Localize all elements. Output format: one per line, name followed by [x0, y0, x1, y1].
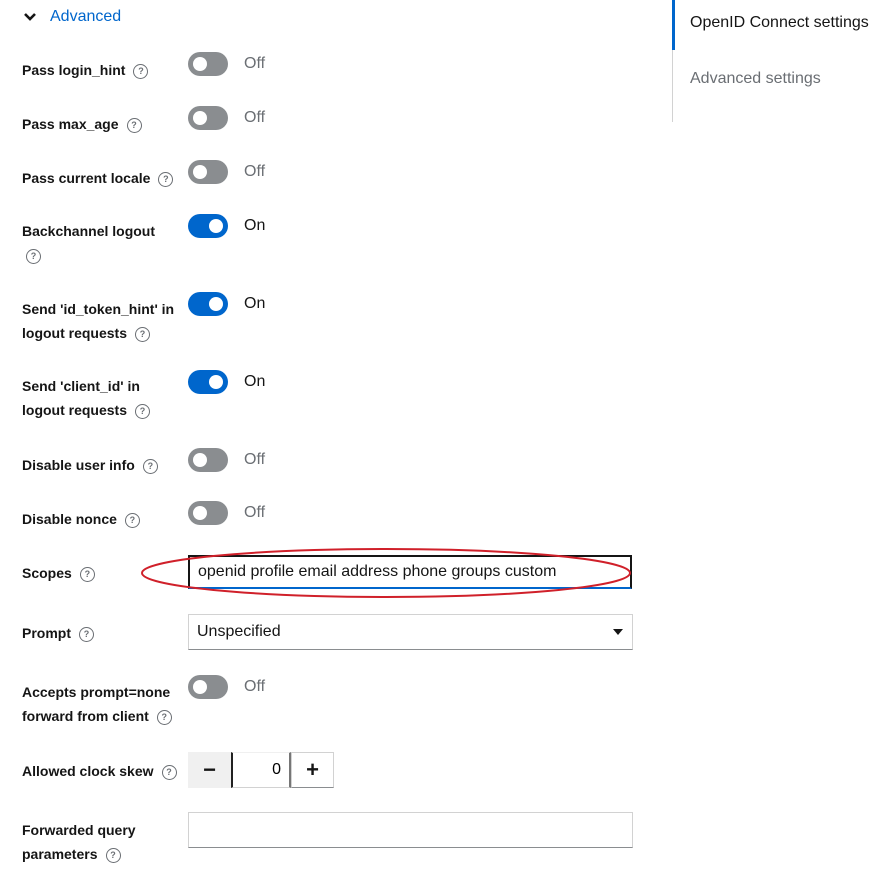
- allowed-clock-skew-label: Allowed clock skew?: [22, 759, 177, 783]
- pass-max-age-switch[interactable]: [188, 106, 228, 130]
- pass-max-age-label: Pass max_age?: [22, 112, 142, 136]
- prompt-select-value: Unspecified: [197, 623, 281, 640]
- backchannel-logout-label: Backchannel logout: [22, 223, 156, 239]
- help-icon[interactable]: ?: [135, 326, 151, 342]
- send-client-id-state: On: [244, 373, 266, 390]
- help-icon[interactable]: ?: [161, 764, 177, 780]
- pass-current-locale-label: Pass current locale?: [22, 166, 174, 190]
- pass-login-hint-switch[interactable]: [188, 52, 228, 76]
- advanced-section-toggle[interactable]: Advanced: [22, 5, 121, 29]
- send-client-id-switch[interactable]: [188, 370, 228, 394]
- disable-nonce-switch[interactable]: [188, 501, 228, 525]
- backchannel-logout-state: On: [244, 217, 266, 234]
- disable-nonce-state: Off: [244, 504, 266, 521]
- accepts-prompt-none-label-line1: Accepts prompt=none: [22, 684, 171, 700]
- increment-button[interactable]: +: [291, 752, 334, 788]
- jump-link-advanced-settings[interactable]: Advanced settings: [690, 69, 821, 89]
- help-icon[interactable]: ?: [26, 249, 41, 264]
- accepts-prompt-none-label-line2: forward from client?: [22, 704, 172, 728]
- send-id-token-hint-label-line2: logout requests?: [22, 321, 151, 345]
- pass-login-hint-state: Off: [244, 55, 266, 72]
- accepts-prompt-none-state: Off: [244, 678, 266, 695]
- jump-link-active-indicator: [672, 0, 675, 50]
- caret-down-icon: [612, 623, 624, 641]
- pass-current-locale-state: Off: [244, 163, 266, 180]
- backchannel-logout-switch[interactable]: [188, 214, 228, 238]
- allowed-clock-skew-input[interactable]: [231, 752, 291, 788]
- jump-link-openid-connect-settings[interactable]: OpenID Connect settings: [690, 13, 869, 33]
- disable-user-info-state: Off: [244, 451, 266, 468]
- disable-user-info-label: Disable user info?: [22, 453, 158, 477]
- pass-login-hint-label: Pass login_hint?: [22, 58, 149, 82]
- help-icon[interactable]: ?: [135, 403, 151, 419]
- disable-nonce-label: Disable nonce?: [22, 507, 140, 531]
- section-title: Advanced: [50, 8, 122, 25]
- help-icon[interactable]: ?: [79, 566, 95, 582]
- prompt-label: Prompt?: [22, 621, 94, 645]
- send-id-token-hint-switch[interactable]: [188, 292, 228, 316]
- chevron-down-icon: [22, 9, 38, 25]
- accepts-prompt-none-switch[interactable]: [188, 675, 228, 699]
- send-id-token-hint-state: On: [244, 295, 266, 312]
- send-client-id-label-line1: Send 'client_id' in: [22, 378, 140, 394]
- forwarded-query-parameters-label-line2: parameters?: [22, 842, 121, 866]
- help-icon[interactable]: ?: [142, 458, 158, 474]
- prompt-select[interactable]: Unspecified: [188, 614, 633, 650]
- help-icon[interactable]: ?: [156, 709, 172, 725]
- send-client-id-label-line2: logout requests?: [22, 398, 151, 422]
- annotation-highlight-ellipse: [141, 548, 631, 598]
- decrement-button[interactable]: −: [188, 752, 231, 788]
- disable-user-info-switch[interactable]: [188, 448, 228, 472]
- help-icon[interactable]: ?: [133, 63, 149, 79]
- forwarded-query-parameters-label-line1: Forwarded query: [22, 822, 136, 838]
- send-id-token-hint-label-line1: Send 'id_token_hint' in: [22, 301, 175, 317]
- pass-current-locale-switch[interactable]: [188, 160, 228, 184]
- help-icon[interactable]: ?: [158, 171, 174, 187]
- allowed-clock-skew-stepper: − +: [188, 752, 334, 788]
- help-icon[interactable]: ?: [79, 626, 94, 642]
- forwarded-query-parameters-input[interactable]: [188, 812, 633, 848]
- help-icon[interactable]: ?: [105, 847, 121, 863]
- help-icon[interactable]: ?: [126, 117, 142, 133]
- scopes-label: Scopes?: [22, 561, 95, 585]
- pass-max-age-state: Off: [244, 109, 266, 126]
- help-icon[interactable]: ?: [124, 512, 140, 528]
